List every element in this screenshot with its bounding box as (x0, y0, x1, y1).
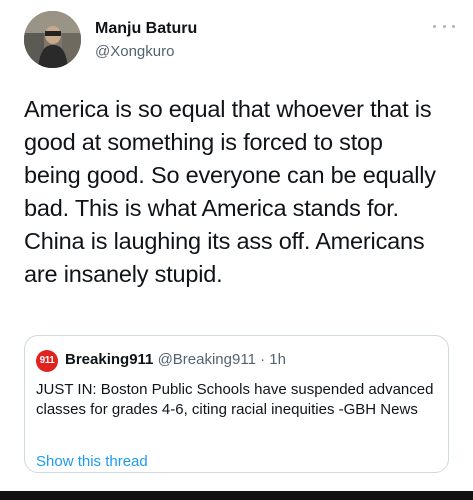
more-dot (452, 24, 455, 28)
tweet: Manju Baturu @Xongkuro America is so equ… (0, 0, 473, 500)
quoted-tweet-header: Breaking911 @Breaking911 · 1h (65, 351, 286, 368)
quoted-tweet[interactable]: 911 Breaking911 @Breaking911 · 1h JUST I… (24, 335, 449, 473)
quoted-separator: · (255, 351, 270, 368)
more-dot (442, 24, 446, 28)
quoted-tweet-text: JUST IN: Boston Public Schools have susp… (36, 381, 434, 418)
author-avatar-photo (24, 11, 81, 68)
bottom-edge (0, 491, 473, 500)
author-avatar[interactable] (24, 11, 81, 68)
more-dot (433, 24, 436, 28)
tweet-text: America is so equal that whoever that is… (24, 96, 436, 287)
show-thread-link[interactable]: Show this thread (36, 453, 148, 470)
author-name[interactable]: Manju Baturu (95, 20, 197, 38)
author-handle[interactable]: @Xongkuro (95, 43, 174, 60)
quoted-author-avatar[interactable]: 911 (36, 350, 58, 372)
quoted-author-handle[interactable]: @Breaking911 (158, 351, 256, 368)
quoted-author-name[interactable]: Breaking911 (65, 351, 153, 368)
quoted-timestamp[interactable]: 1h (269, 351, 286, 368)
more-horizontal-icon[interactable] (433, 20, 455, 32)
